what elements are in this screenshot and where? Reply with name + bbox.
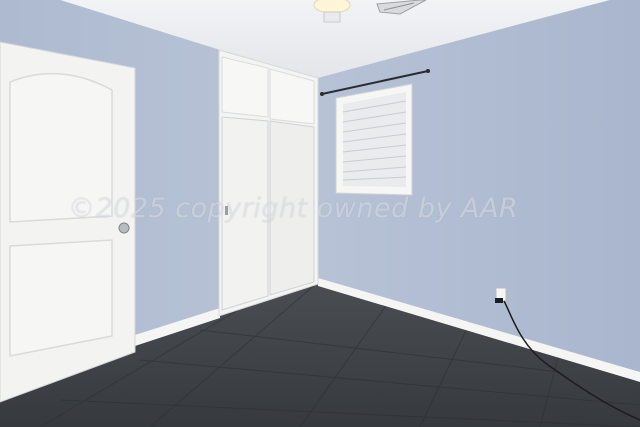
door-lower-panel (9, 239, 113, 357)
closet-upper-panel-left (221, 56, 269, 118)
closet (218, 49, 319, 317)
bedroom-door[interactable] (0, 41, 136, 403)
room-photo: ©2025 copyright owned by AAR (0, 0, 640, 427)
door-upper-panel (9, 72, 113, 223)
room-illustration (0, 0, 640, 427)
door-knob[interactable] (118, 222, 130, 234)
closet-handle[interactable] (225, 206, 228, 215)
closet-sliding-door-left[interactable] (221, 116, 269, 311)
window (335, 83, 413, 196)
closet-sliding-door-right[interactable] (269, 120, 315, 296)
